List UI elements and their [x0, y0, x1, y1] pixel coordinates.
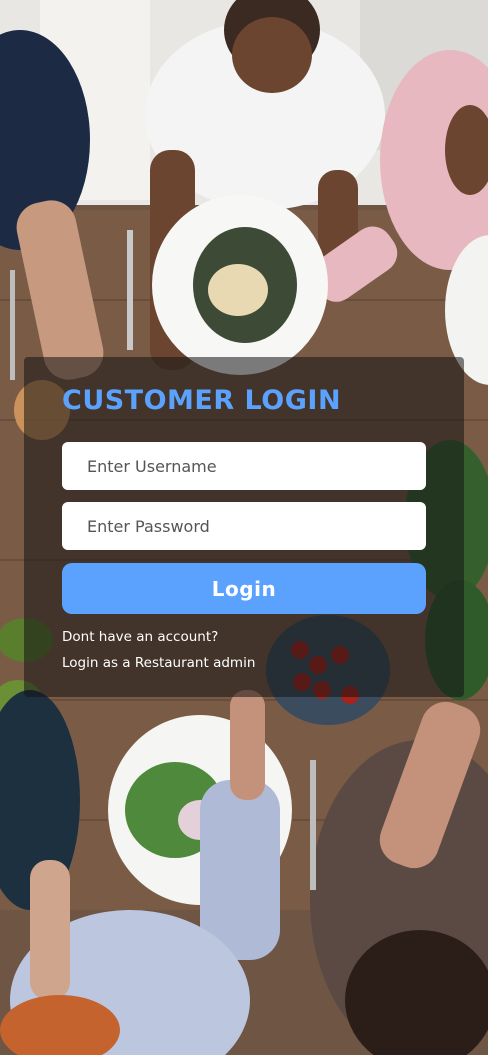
signup-link[interactable]: Dont have an account?: [62, 629, 218, 645]
login-page: CUSTOMER LOGIN Login Dont have an accoun…: [0, 0, 488, 1055]
restaurant-admin-login-link[interactable]: Login as a Restaurant admin: [62, 655, 255, 671]
login-button[interactable]: Login: [62, 563, 426, 614]
login-card: CUSTOMER LOGIN Login Dont have an accoun…: [24, 357, 464, 697]
login-title: CUSTOMER LOGIN: [62, 385, 342, 416]
username-input[interactable]: [62, 442, 426, 490]
password-input[interactable]: [62, 502, 426, 550]
